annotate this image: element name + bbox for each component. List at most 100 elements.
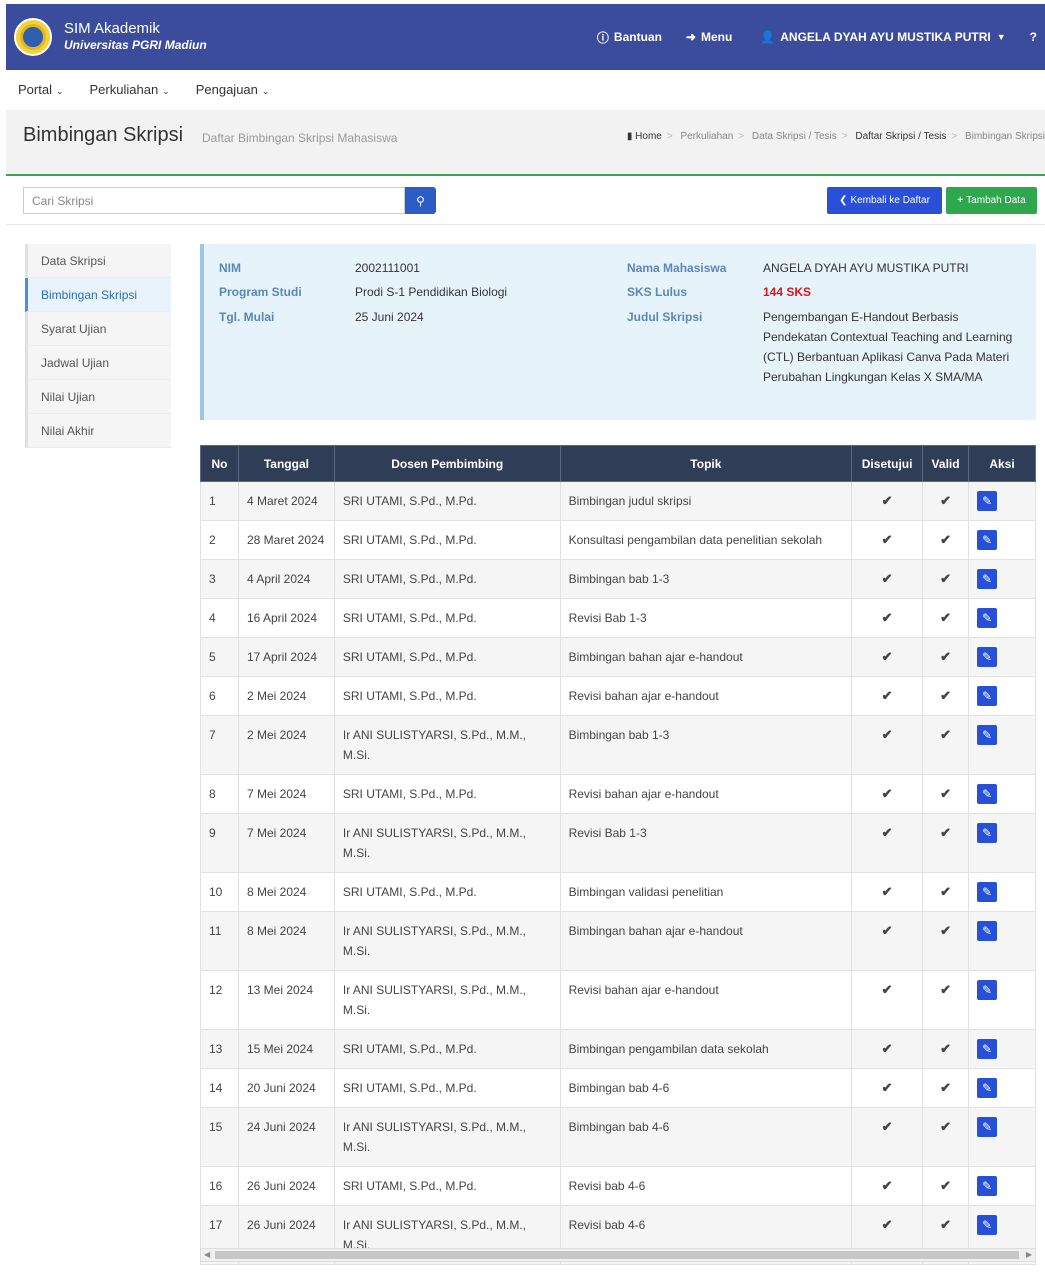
breadcrumb-perkuliahan[interactable]: Perkuliahan bbox=[680, 131, 733, 142]
edit-button[interactable]: ✎ bbox=[977, 1039, 998, 1059]
check-icon: ✔ bbox=[881, 884, 893, 899]
breadcrumb-home[interactable]: Home bbox=[635, 131, 662, 142]
menu-link[interactable]: ➜ Menu bbox=[674, 4, 744, 70]
table-row: 11 8 Mei 2024 Ir ANI SULISTYARSI, S.Pd., M… bbox=[200, 911, 1036, 971]
breadcrumb-daftar-skripsi[interactable]: Daftar Skripsi / Tesis bbox=[855, 131, 946, 142]
header-no: No bbox=[200, 445, 239, 482]
judul-label: Judul Skripsi bbox=[627, 310, 703, 324]
cell-disetujui: ✔ bbox=[851, 1166, 924, 1206]
check-icon: ✔ bbox=[940, 532, 951, 547]
chevron-down-icon: ▼ bbox=[996, 32, 1006, 42]
menu-label: Pengajuan bbox=[195, 81, 258, 97]
edit-button[interactable]: ✎ bbox=[977, 686, 998, 706]
table-row: 62 Mei 2024 SRI UTAMI, S.Pd., M.Pd. Revisi… bbox=[200, 676, 1036, 716]
check-icon: ✔ bbox=[940, 825, 951, 840]
scroll-left-icon[interactable]: ◀ bbox=[204, 1250, 210, 1259]
cell-topik: Bimbingan validasi penelitian bbox=[559, 872, 853, 912]
menu-pengajuan[interactable]: Pengajuan ⌄ bbox=[196, 82, 270, 97]
cell-no: 15 bbox=[200, 1107, 239, 1167]
back-label: Kembali ke Daftar bbox=[850, 195, 930, 206]
chevron-down-icon: ⌄ bbox=[55, 85, 64, 96]
prodi-value: Prodi S-1 Pendidikan Biologi bbox=[355, 285, 508, 299]
edit-button[interactable]: ✎ bbox=[977, 1215, 998, 1235]
student-info-panel: NIM 2002111001 Program Studi Prodi S-1 P… bbox=[200, 244, 1036, 420]
header-topik: Topik bbox=[559, 445, 853, 482]
cell-valid: ✔ bbox=[922, 637, 970, 677]
brand[interactable]: SIM Akademik Universitas PGRI Madiun bbox=[64, 21, 207, 53]
edit-button[interactable]: ✎ bbox=[977, 1176, 998, 1196]
back-to-list-button[interactable]: ❮ Kembali ke Daftar bbox=[827, 187, 942, 214]
sidenav-syarat-ujian[interactable]: Syarat Ujian bbox=[25, 312, 171, 346]
horizontal-scrollbar[interactable]: ◀ ▶ bbox=[200, 1248, 1036, 1262]
edit-button[interactable]: ✎ bbox=[977, 921, 998, 941]
menu-portal[interactable]: Portal ⌄ bbox=[18, 82, 64, 97]
cell-tanggal: 4 Maret 2024 bbox=[237, 481, 335, 521]
question-circle-icon: ? bbox=[1029, 30, 1037, 44]
cell-aksi: ✎ bbox=[968, 970, 1036, 1030]
prodi-label: Program Studi bbox=[219, 285, 302, 299]
nama-value: ANGELA DYAH AYU MUSTIKA PUTRI bbox=[763, 261, 969, 275]
cell-topik: Bimbingan bab 4-6 bbox=[559, 1107, 853, 1167]
sidenav-nilai-akhir[interactable]: Nilai Akhir bbox=[25, 414, 171, 448]
cell-dosen: SRI UTAMI, S.Pd., M.Pd. bbox=[333, 1068, 561, 1108]
help-link[interactable]: ⓘ Bantuan bbox=[585, 4, 674, 70]
table-row: 10 8 Mei 2024 SRI UTAMI, S.Pd., M.Pd. Bimbi… bbox=[200, 872, 1036, 912]
user-menu[interactable]: 👤 ANGELA DYAH AYU MUSTIKA PUTRI ▼ bbox=[744, 4, 1017, 70]
edit-button[interactable]: ✎ bbox=[977, 882, 998, 902]
cell-topik: Revisi bahan ajar e-handout bbox=[559, 676, 853, 716]
cell-tanggal: 16 April 2024 bbox=[237, 598, 335, 638]
breadcrumb-data-skripsi[interactable]: Data Skripsi / Tesis bbox=[752, 131, 837, 142]
search-icon: ⚲ bbox=[416, 193, 425, 208]
check-icon: ✔ bbox=[881, 982, 893, 997]
sidenav-jadwal-ujian[interactable]: Jadwal Ujian bbox=[25, 346, 171, 380]
cell-no: 2 bbox=[200, 520, 239, 560]
plus-icon: + bbox=[957, 195, 964, 206]
check-icon: ✔ bbox=[881, 1178, 893, 1193]
sidenav-nilai-ujian[interactable]: Nilai Ujian bbox=[25, 380, 171, 414]
user-icon: 👤 bbox=[760, 30, 776, 44]
cell-aksi: ✎ bbox=[968, 481, 1036, 521]
edit-button[interactable]: ✎ bbox=[977, 530, 998, 550]
edit-button[interactable]: ✎ bbox=[977, 784, 998, 804]
add-data-button[interactable]: + Tambah Data bbox=[946, 187, 1037, 214]
edit-button[interactable]: ✎ bbox=[977, 1078, 998, 1098]
cell-aksi: ✎ bbox=[968, 676, 1036, 716]
question-button[interactable]: ? bbox=[1018, 4, 1045, 70]
scroll-right-icon[interactable]: ▶ bbox=[1026, 1250, 1032, 1259]
cell-tanggal: 24 Juni 2024 bbox=[237, 1107, 335, 1167]
edit-button[interactable]: ✎ bbox=[977, 569, 998, 589]
edit-button[interactable]: ✎ bbox=[977, 823, 998, 843]
search-input[interactable]: Cari Skripsi bbox=[23, 187, 405, 214]
cell-aksi: ✎ bbox=[968, 872, 1036, 912]
cell-no: 16 bbox=[200, 1166, 239, 1206]
page-title: Bimbingan Skripsi bbox=[23, 124, 184, 146]
cell-dosen: Ir ANI SULISTYARSI, S.Pd., M.M., M.Si. bbox=[333, 813, 561, 873]
check-icon: ✔ bbox=[881, 1041, 893, 1056]
top-navbar: SIM Akademik Universitas PGRI Madiun ⓘ B… bbox=[6, 4, 1045, 70]
university-logo[interactable] bbox=[14, 18, 52, 56]
cell-valid: ✔ bbox=[922, 481, 970, 521]
cell-tanggal: 28 Maret 2024 bbox=[237, 520, 335, 560]
sidenav-data-skripsi[interactable]: Data Skripsi bbox=[25, 244, 171, 278]
edit-button[interactable]: ✎ bbox=[977, 608, 998, 628]
sign-in-icon: ➜ bbox=[685, 30, 696, 44]
edit-button[interactable]: ✎ bbox=[977, 1117, 998, 1137]
edit-button[interactable]: ✎ bbox=[977, 491, 998, 511]
scrollbar-thumb[interactable] bbox=[215, 1251, 1019, 1259]
cell-aksi: ✎ bbox=[968, 559, 1036, 599]
check-icon: ✔ bbox=[940, 688, 951, 703]
cell-topik: Revisi bahan ajar e-handout bbox=[559, 970, 853, 1030]
cell-topik: Revisi bahan ajar e-handout bbox=[559, 774, 853, 814]
edit-button[interactable]: ✎ bbox=[977, 725, 998, 745]
sidenav-bimbingan-skripsi[interactable]: Bimbingan Skripsi bbox=[25, 278, 171, 312]
table-row: 14 20 Juni 2024 SRI UTAMI, S.Pd., M.Pd. Bim… bbox=[200, 1068, 1036, 1108]
menu-perkuliahan[interactable]: Perkuliahan ⌄ bbox=[90, 82, 170, 97]
header-valid: Valid bbox=[922, 445, 970, 482]
search-button[interactable]: ⚲ bbox=[405, 187, 436, 214]
check-icon: ✔ bbox=[940, 923, 951, 938]
table-row: 4 16 April 2024 SRI UTAMI, S.Pd., M.Pd. Rev… bbox=[200, 598, 1036, 638]
check-icon: ✔ bbox=[881, 1217, 893, 1232]
edit-button[interactable]: ✎ bbox=[977, 647, 998, 667]
check-icon: ✔ bbox=[881, 571, 893, 586]
edit-button[interactable]: ✎ bbox=[977, 980, 998, 1000]
